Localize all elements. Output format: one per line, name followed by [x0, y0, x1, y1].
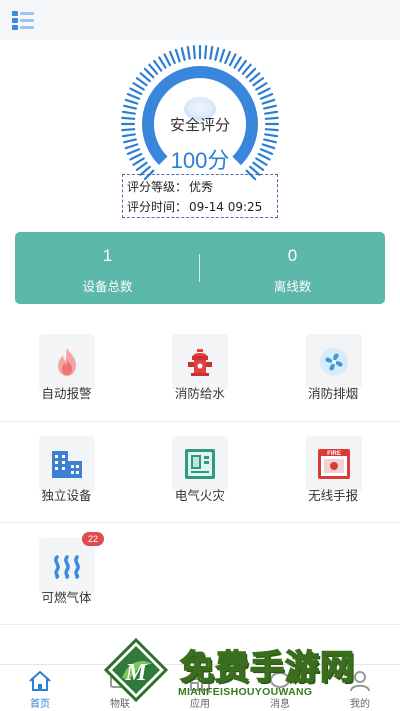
stat-divider: [199, 254, 200, 282]
module-row: 独立设备 电气火灾 FIRE 无线手报: [0, 424, 400, 524]
gauge-tick: [143, 67, 155, 79]
gauge-tick: [132, 82, 145, 91]
watermark-subtitle: MIANFEISHOUYOUWANG: [178, 686, 313, 698]
gauge-tick: [245, 67, 257, 79]
home-icon: [29, 671, 51, 691]
gauge-tick: [180, 47, 186, 61]
gauge-tick: [263, 138, 277, 144]
time-label: 评分时间：: [127, 200, 188, 214]
gauge-tick: [174, 48, 181, 63]
divider: [0, 522, 400, 523]
stat-total-label: 设备总数: [82, 279, 133, 294]
gauge-tick: [255, 82, 268, 91]
icon-box: [172, 334, 229, 390]
watermark-logo: M: [104, 638, 168, 702]
gauge-tick: [249, 72, 261, 83]
gauge-tick: [252, 77, 265, 87]
module-auto-alarm[interactable]: 自动报警: [0, 322, 133, 422]
gauge-tick: [257, 87, 271, 96]
icon-box: [305, 334, 362, 390]
divider: [0, 624, 400, 625]
fire-label: FIRE: [327, 451, 341, 457]
menu-list-icon[interactable]: [12, 10, 34, 30]
icon-box: FIRE: [305, 436, 362, 492]
watermark-title: 免费手游网: [179, 647, 355, 689]
gauge-tick: [148, 63, 159, 75]
device-stats-card: 1 设备总数 0 离线数: [15, 232, 385, 304]
module-row: 自动报警 消防给水 消防排烟: [0, 322, 400, 422]
gauge-tick: [169, 50, 176, 65]
icon-box: [39, 436, 95, 492]
gauge-tick: [129, 87, 143, 96]
module-row: 22 可燃气体: [0, 526, 400, 626]
grade-line: 评分等级： 优秀: [127, 177, 273, 197]
gauge-tick: [214, 47, 220, 61]
gauge-tick: [158, 56, 167, 69]
tab-home[interactable]: 首页: [0, 665, 80, 711]
module-wireless-alarm[interactable]: FIRE 无线手报: [267, 424, 400, 524]
gauge-tick: [153, 59, 163, 72]
module-label: 自动报警: [41, 386, 92, 401]
module-smoke-exhaust[interactable]: 消防排烟: [267, 322, 400, 422]
gauge-tick: [237, 59, 247, 72]
gas-icon: [54, 555, 80, 579]
gauge-tick: [263, 104, 277, 110]
module-label: 消防给水: [174, 386, 225, 401]
time-line: 评分时间： 09-14 09:25: [127, 197, 273, 217]
site-watermark: M 免费手游网 MIANFEISHOUYOUWANG: [100, 634, 400, 711]
gauge-tick: [192, 45, 196, 60]
grade-label: 评分等级：: [127, 180, 188, 194]
tab-label: 首页: [30, 699, 50, 710]
icon-box: [39, 538, 95, 594]
electric-panel-icon: [185, 449, 216, 479]
gauge-tick: [224, 50, 231, 65]
module-label: 消防排烟: [308, 386, 359, 401]
fire-icon: [58, 348, 76, 376]
module-fire-water[interactable]: 消防给水: [133, 322, 266, 422]
module-label: 电气火灾: [174, 488, 225, 503]
divider: [0, 421, 400, 422]
module-combustible-gas[interactable]: 22 可燃气体: [0, 526, 133, 626]
watermark-logo-letter: M: [124, 660, 148, 686]
gauge-tick: [163, 53, 172, 67]
module-label: 可燃气体: [41, 590, 92, 605]
gauge-tick: [219, 48, 226, 63]
stat-total-devices[interactable]: 1 设备总数: [15, 232, 200, 304]
gauge-tick: [139, 72, 151, 83]
gauge-tick: [123, 104, 137, 110]
safety-score-label: 安全评分: [169, 116, 230, 134]
fire-alarm-icon: FIRE: [317, 449, 350, 479]
time-value: 09-14 09:25: [189, 200, 263, 214]
stat-offline-label: 离线数: [273, 279, 312, 294]
gauge-tick: [186, 45, 191, 60]
icon-box: [172, 436, 229, 492]
stat-offline-devices[interactable]: 0 离线数: [200, 232, 385, 304]
gauge-tick: [204, 45, 208, 60]
module-label: 无线手报: [308, 488, 359, 503]
icon-box: [39, 334, 95, 390]
hydrant-icon: [188, 349, 213, 376]
building-icon: [52, 451, 82, 478]
gauge-tick: [126, 93, 141, 100]
fan-icon: [319, 348, 348, 376]
module-label: 独立设备: [41, 488, 92, 503]
grade-value: 优秀: [189, 180, 214, 194]
gauge-tick: [261, 98, 276, 105]
notification-badge: 22: [82, 532, 104, 546]
module-electrical-fire[interactable]: 电气火灾: [133, 424, 266, 524]
score-info-box: 评分等级： 优秀 评分时间： 09-14 09:25: [122, 174, 278, 218]
gauge-tick: [123, 138, 137, 144]
gauge-tick: [259, 93, 274, 100]
safety-score-value: 100分: [170, 148, 230, 173]
gauge-tick: [124, 98, 139, 105]
stat-offline-value: 0: [287, 246, 298, 265]
module-standalone-device[interactable]: 独立设备: [0, 424, 133, 524]
stat-total-value: 1: [102, 246, 113, 265]
gauge-tick: [135, 77, 148, 87]
gauge-tick: [228, 53, 237, 67]
gauge-tick: [209, 45, 214, 60]
gauge-tick: [241, 63, 252, 75]
top-bar: [0, 0, 400, 40]
gauge-tick: [233, 56, 242, 69]
